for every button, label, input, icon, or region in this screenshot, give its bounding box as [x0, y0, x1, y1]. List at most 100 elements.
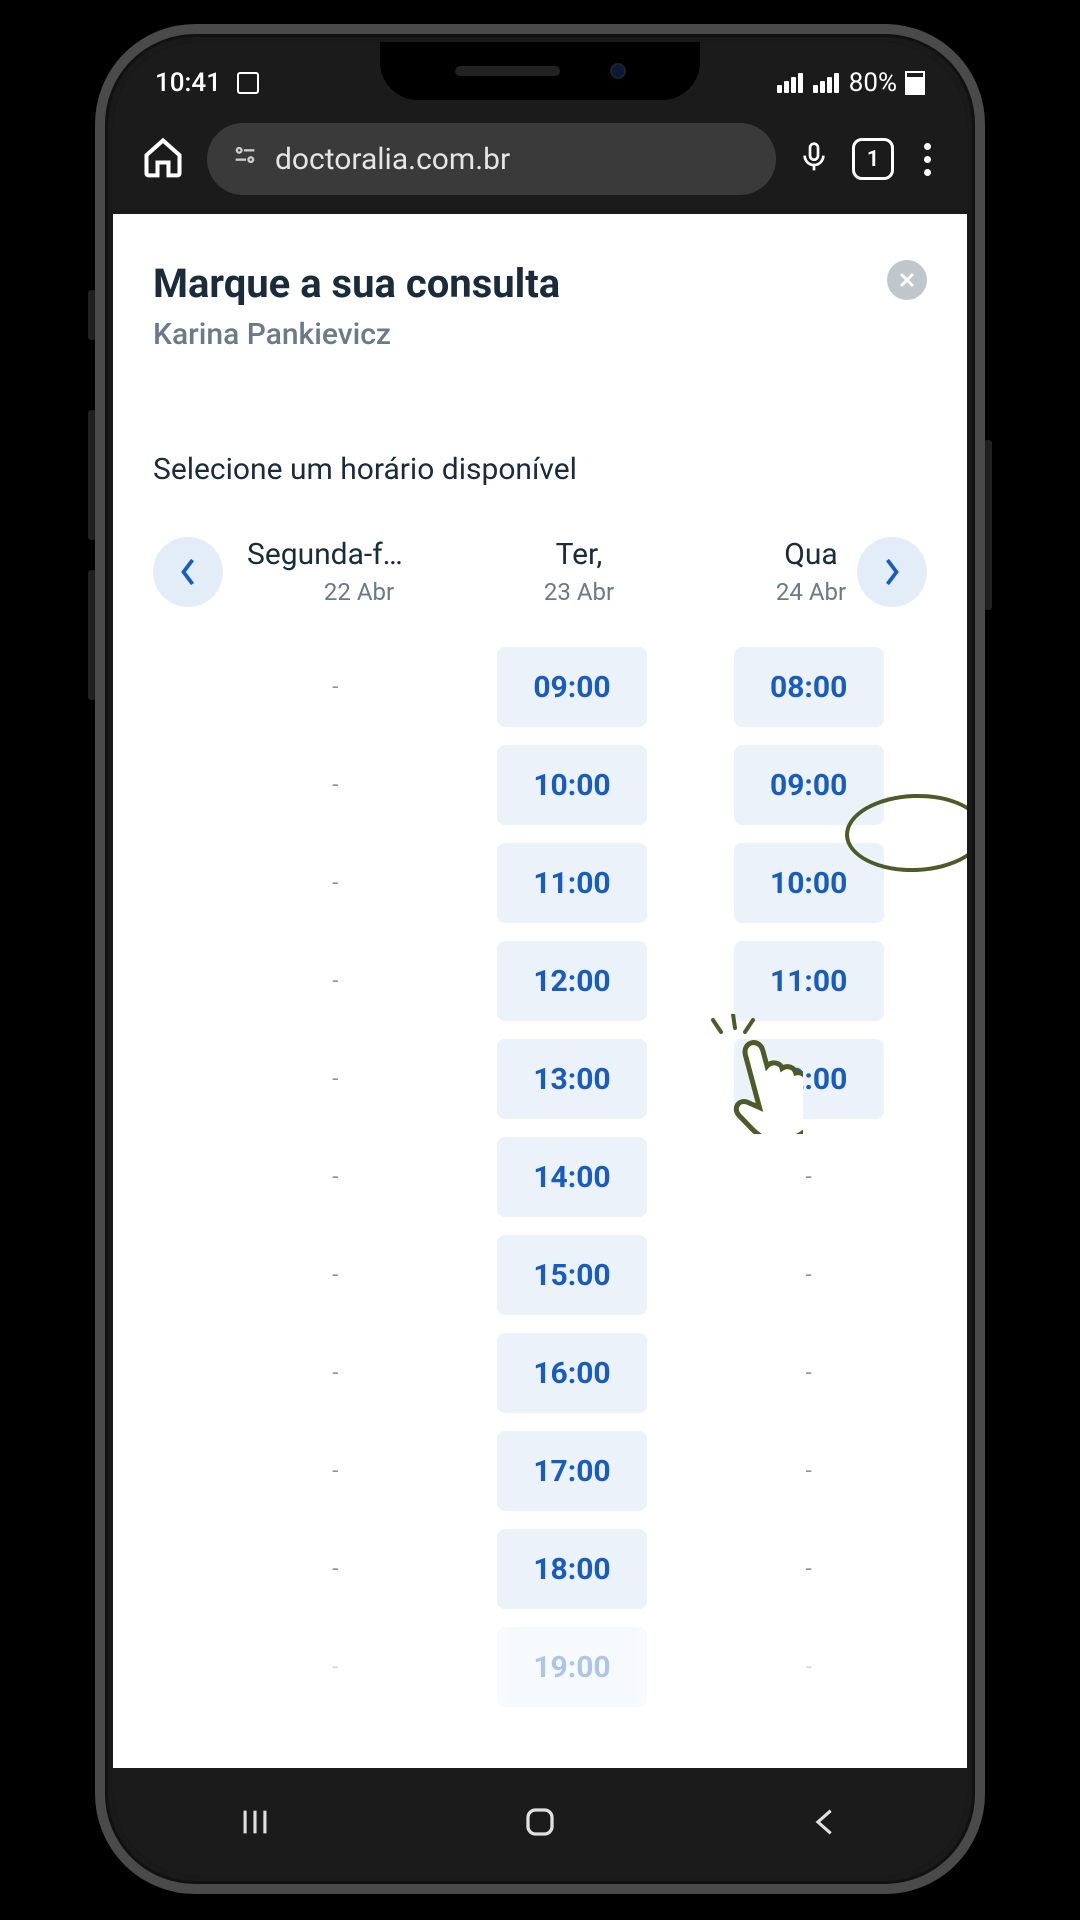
slot-unavailable: -: [332, 1655, 338, 1680]
time-slot-button[interactable]: 19:00: [497, 1627, 647, 1707]
slot-cell: 12:00: [497, 941, 647, 1021]
signal-icon-2: [813, 73, 839, 93]
slot-cell: 13:00: [497, 1039, 647, 1119]
slot-cell: 09:00: [734, 745, 884, 825]
slot-cell: -: [260, 647, 410, 727]
time-slot-button[interactable]: 14:00: [497, 1137, 647, 1217]
signal-icon: [777, 73, 803, 93]
day-name: Qua: [784, 537, 838, 572]
battery-percent: 80%: [849, 68, 897, 98]
screenshot-icon: [237, 72, 259, 94]
page-content: Marque a sua consulta Karina Pankievicz …: [113, 214, 967, 1768]
slot-row: - 17:00 -: [217, 1431, 927, 1511]
slot-cell: 08:00: [734, 647, 884, 727]
slot-cell: -: [734, 1627, 884, 1707]
home-icon[interactable]: [141, 135, 185, 183]
slot-cell: -: [734, 1431, 884, 1511]
day-column-1: Segunda-f… 22 Abr: [247, 537, 447, 606]
time-slot-button[interactable]: 08:00: [734, 647, 884, 727]
day-name: Ter,: [556, 537, 603, 572]
back-button[interactable]: [808, 1805, 842, 1839]
slot-unavailable: -: [332, 1557, 338, 1582]
slot-unavailable: -: [806, 1655, 812, 1680]
home-button[interactable]: [522, 1804, 558, 1840]
recents-button[interactable]: [238, 1805, 272, 1839]
next-days-button[interactable]: [857, 537, 927, 607]
prev-days-button[interactable]: [153, 537, 223, 607]
status-time: 10:41: [155, 68, 221, 98]
slot-row: - 11:00 10:00: [217, 843, 927, 923]
slot-row: - 12:00 11:00: [217, 941, 927, 1021]
site-settings-icon: [231, 141, 259, 177]
phone-power-button: [984, 440, 992, 610]
slot-cell: 09:00: [497, 647, 647, 727]
slot-unavailable: -: [806, 1557, 812, 1582]
slot-unavailable: -: [332, 1263, 338, 1288]
slot-unavailable: -: [332, 773, 338, 798]
time-slot-button[interactable]: 10:00: [497, 745, 647, 825]
slot-cell: 15:00: [497, 1235, 647, 1315]
section-label: Selecione um horário disponível: [153, 452, 927, 487]
time-slot-button[interactable]: 09:00: [497, 647, 647, 727]
slot-cell: -: [260, 1529, 410, 1609]
slot-cell: 18:00: [497, 1529, 647, 1609]
slot-unavailable: -: [332, 1459, 338, 1484]
time-slot-grid: - 09:00 08:00 - 10:00 09:00 - 11:00 10:00 - 12:00 1…: [153, 647, 927, 1707]
mic-icon[interactable]: [798, 136, 830, 182]
doctor-name: Karina Pankievicz: [153, 317, 560, 352]
day-date: 24 Abr: [776, 578, 846, 606]
android-nav-bar: [113, 1768, 967, 1876]
slot-cell: -: [734, 1137, 884, 1217]
day-column-2: Ter, 23 Abr: [479, 537, 679, 606]
browser-toolbar: doctoralia.com.br 1: [113, 104, 967, 214]
time-slot-button[interactable]: 16:00: [497, 1333, 647, 1413]
time-slot-button[interactable]: 17:00: [497, 1431, 647, 1511]
slot-unavailable: -: [332, 1165, 338, 1190]
slot-cell: 10:00: [734, 843, 884, 923]
slot-unavailable: -: [332, 675, 338, 700]
page-title: Marque a sua consulta: [153, 260, 560, 307]
time-slot-button[interactable]: 12:00: [497, 941, 647, 1021]
time-slot-button[interactable]: 09:00: [734, 745, 884, 825]
slot-cell: -: [734, 1529, 884, 1609]
slot-cell: -: [260, 1235, 410, 1315]
slot-unavailable: -: [806, 1165, 812, 1190]
slot-cell: 11:00: [734, 941, 884, 1021]
slot-cell: -: [260, 1039, 410, 1119]
slot-row: - 13:00 12:00: [217, 1039, 927, 1119]
slot-cell: 10:00: [497, 745, 647, 825]
kebab-menu-icon[interactable]: [916, 135, 939, 184]
slot-cell: 14:00: [497, 1137, 647, 1217]
close-button[interactable]: [887, 260, 927, 300]
slot-cell: 19:00: [497, 1627, 647, 1707]
slot-row: - 14:00 -: [217, 1137, 927, 1217]
time-slot-button[interactable]: 12:00: [734, 1039, 884, 1119]
slot-unavailable: -: [332, 1361, 338, 1386]
time-slot-button[interactable]: 15:00: [497, 1235, 647, 1315]
slot-unavailable: -: [332, 1067, 338, 1092]
slot-unavailable: -: [332, 969, 338, 994]
slot-cell: 17:00: [497, 1431, 647, 1511]
battery-icon: [905, 71, 925, 95]
tab-switcher[interactable]: 1: [852, 138, 894, 180]
front-camera: [610, 63, 626, 79]
day-name: Segunda-f…: [247, 537, 403, 572]
time-slot-button[interactable]: 13:00: [497, 1039, 647, 1119]
phone-notch: [380, 42, 700, 100]
slot-unavailable: -: [806, 1459, 812, 1484]
calendar-header: Segunda-f… 22 Abr Ter, 23 Abr Qua 24 Abr: [153, 537, 927, 607]
slot-cell: -: [260, 1627, 410, 1707]
slot-cell: -: [260, 1137, 410, 1217]
slot-unavailable: -: [332, 871, 338, 896]
day-date: 22 Abr: [324, 578, 394, 606]
time-slot-button[interactable]: 18:00: [497, 1529, 647, 1609]
phone-frame: 10:41 80% doctoralia.com.br: [95, 24, 985, 1894]
time-slot-button[interactable]: 11:00: [497, 843, 647, 923]
time-slot-button[interactable]: 11:00: [734, 941, 884, 1021]
slot-cell: -: [260, 941, 410, 1021]
url-bar[interactable]: doctoralia.com.br: [207, 123, 776, 195]
slot-cell: -: [260, 1431, 410, 1511]
slot-row-peek: - 19:00 -: [217, 1627, 927, 1707]
time-slot-button[interactable]: 10:00: [734, 843, 884, 923]
slot-row: -16:00-: [217, 1333, 927, 1413]
